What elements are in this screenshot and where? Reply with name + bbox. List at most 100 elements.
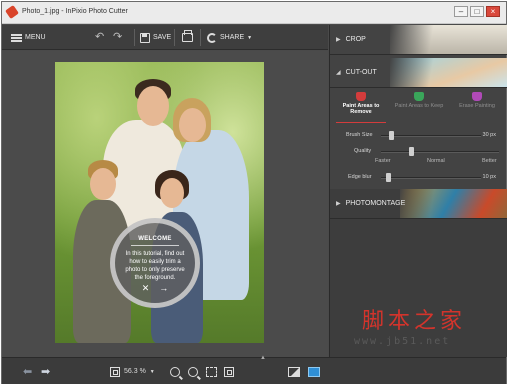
tutorial-next-icon[interactable]: →	[159, 283, 168, 294]
brush-size-slider[interactable]	[389, 131, 394, 140]
cutout-thumbnail	[390, 58, 507, 87]
arrow-right-icon: ➡	[41, 366, 51, 378]
quality-track[interactable]	[381, 151, 499, 153]
expand-arrow-icon[interactable]: ▲	[260, 355, 266, 361]
edge-blur-slider[interactable]	[386, 173, 391, 182]
share-icon	[207, 32, 217, 43]
next-image-button[interactable]: ➡	[41, 364, 50, 379]
photomontage-label: PHOTOMONTAGE	[345, 200, 406, 207]
cutout-tools: Paint Areas to Remove Paint Areas to Kee…	[330, 89, 507, 125]
panel-toggle-icon	[308, 366, 320, 377]
crop-thumbnail	[390, 25, 507, 54]
show-image-button[interactable]	[288, 364, 300, 379]
boy-face	[90, 168, 116, 200]
red-brush-icon	[356, 92, 366, 101]
quality-control: Quality	[330, 146, 507, 158]
quality-normal-label: Normal	[427, 158, 445, 164]
chevron-down-icon: ▼	[149, 368, 155, 375]
paint-remove-label: Paint Areas to Remove	[342, 103, 380, 115]
fit-to-window-button[interactable]	[206, 364, 217, 379]
quality-faster-label: Faster	[375, 158, 391, 164]
share-label: SHARE	[220, 34, 245, 41]
close-button[interactable]: ×	[486, 6, 500, 17]
redo-icon: ↷	[113, 31, 123, 43]
edge-blur-label: Edge blur	[348, 174, 372, 180]
tutorial-divider	[131, 245, 179, 246]
actual-size-button[interactable]	[224, 364, 234, 379]
chevron-down-icon: ◢	[336, 70, 341, 76]
crop-label: CROP	[345, 36, 366, 43]
watermark-url: www.jb51.net	[354, 336, 451, 347]
quality-better-label: Better	[482, 158, 497, 164]
brush-size-value: 30 px	[482, 132, 496, 138]
redo-button[interactable]: ↷	[113, 30, 122, 45]
actual-size-icon	[224, 366, 234, 377]
bottom-bar: ▲ ⬅ ➡ 56.3 % ▼	[2, 355, 506, 384]
eraser-icon	[472, 92, 482, 101]
tutorial-overlay: WELCOME In this tutorial, find out how t…	[110, 218, 200, 308]
save-label: SAVE	[153, 34, 172, 41]
maximize-button[interactable]: □	[470, 6, 484, 17]
tutorial-close-icon[interactable]: ✕	[142, 283, 150, 294]
save-icon	[140, 32, 150, 43]
zoom-out-button[interactable]	[188, 364, 198, 379]
photomontage-thumbnail	[400, 189, 507, 218]
print-icon	[182, 30, 193, 42]
image-icon	[288, 366, 300, 377]
title-bar: Photo_1.jpg - InPixio Photo Cutter – □ ×	[2, 2, 506, 24]
print-button[interactable]	[182, 30, 193, 45]
zoom-box-icon	[110, 366, 120, 377]
toolbar-divider	[174, 29, 175, 46]
girl-face	[160, 178, 184, 208]
toggle-panel-button[interactable]	[308, 364, 320, 379]
photomontage-section-header[interactable]: ▶ PHOTOMONTAGE	[330, 189, 507, 219]
edge-blur-track[interactable]	[381, 177, 481, 179]
app-logo-icon	[5, 5, 19, 19]
image-canvas[interactable]: WELCOME In this tutorial, find out how t…	[2, 51, 328, 357]
green-brush-icon	[414, 92, 424, 101]
chevron-right-icon: ▶	[336, 201, 341, 207]
edge-blur-value: 10 px	[482, 174, 496, 180]
cutout-label: CUT-OUT	[345, 69, 377, 76]
erase-painting-tool[interactable]: Erase Painting	[448, 89, 506, 123]
cutout-section-header[interactable]: ◢ CUT-OUT	[330, 58, 507, 88]
toolbar-divider	[200, 29, 201, 46]
man-face	[137, 86, 169, 126]
save-button[interactable]: SAVE	[140, 30, 171, 45]
undo-button[interactable]: ↶	[95, 30, 104, 45]
zoom-in-button[interactable]	[170, 364, 180, 379]
minimize-button[interactable]: –	[454, 6, 468, 17]
chevron-right-icon: ▶	[336, 37, 341, 43]
paint-keep-label: Paint Areas to Keep	[394, 103, 444, 109]
zoom-in-icon	[170, 366, 180, 377]
brush-size-track[interactable]	[381, 135, 481, 137]
arrow-left-icon: ⬅	[23, 366, 33, 378]
paint-keep-tool[interactable]: Paint Areas to Keep	[390, 89, 448, 123]
undo-icon: ↶	[95, 31, 105, 43]
brush-size-label: Brush Size	[346, 132, 373, 138]
hamburger-icon	[11, 33, 22, 42]
active-tool-indicator	[336, 121, 386, 123]
toolbar-divider	[134, 29, 135, 46]
quality-label: Quality	[354, 148, 372, 154]
menu-label: MENU	[25, 34, 46, 41]
quality-slider[interactable]	[408, 147, 414, 156]
share-button[interactable]: SHARE ▼	[207, 30, 252, 45]
crop-section-header[interactable]: ▶ CROP	[330, 25, 507, 55]
tutorial-nav: ✕ →	[115, 283, 195, 294]
quality-options: Faster Normal Better	[330, 158, 507, 167]
menu-button[interactable]: MENU	[11, 30, 46, 45]
tutorial-text: In this tutorial, find out how to easily…	[125, 251, 185, 281]
woman-face	[179, 108, 206, 142]
zoom-out-icon	[188, 366, 198, 377]
fit-window-icon	[206, 366, 217, 377]
erase-painting-label: Erase Painting	[459, 103, 495, 109]
zoom-selector[interactable]: 56.3 % ▼	[110, 364, 155, 379]
tutorial-title: WELCOME	[138, 236, 172, 242]
paint-remove-tool[interactable]: Paint Areas to Remove	[332, 89, 390, 123]
window-title: Photo_1.jpg - InPixio Photo Cutter	[22, 8, 128, 15]
chevron-down-icon: ▼	[247, 34, 253, 41]
previous-image-button[interactable]: ⬅	[23, 364, 32, 379]
zoom-value: 56.3 %	[124, 368, 146, 375]
watermark-logo: 脚本之家	[362, 309, 467, 334]
